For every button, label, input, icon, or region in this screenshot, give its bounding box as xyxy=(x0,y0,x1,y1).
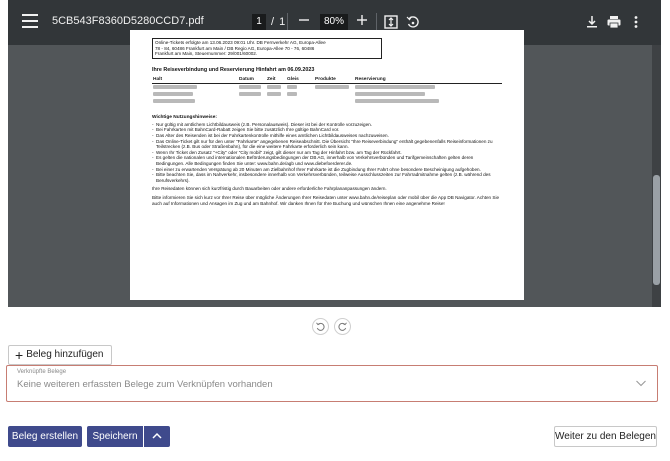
zoom-level-input[interactable]: 80% xyxy=(320,14,348,30)
more-vert-icon[interactable] xyxy=(628,14,644,30)
redacted-cell xyxy=(152,83,238,107)
print-icon[interactable] xyxy=(606,14,622,30)
table-row xyxy=(152,83,502,107)
scrollbar-thumb[interactable] xyxy=(653,175,660,285)
next-to-receipts-button[interactable]: Weiter zu den Belegen xyxy=(554,426,657,447)
save-button[interactable]: Speichern xyxy=(87,426,143,447)
pdf-file-name: 5CB543F8360D5280CCD7.pdf xyxy=(52,15,204,27)
receipt-editor: 5CB543F8360D5280CCD7.pdf 1 / 1 80% Onlin… xyxy=(0,0,670,461)
save-options-button[interactable] xyxy=(144,426,170,447)
hints-title: Wichtige Nutzungshinweise: xyxy=(152,115,217,121)
schedule-change-note: Ihre Reisedaten können sich kurzfristig … xyxy=(152,186,387,192)
total-pages: 1 xyxy=(279,16,286,28)
create-receipt-button[interactable]: Beleg erstellen xyxy=(8,426,82,447)
plus-icon: + xyxy=(15,347,24,363)
pdf-page: Online-Tickets erfolgte am 13.06.2023 09… xyxy=(130,30,524,300)
current-page-input[interactable]: 1 xyxy=(252,14,266,30)
linked-receipts-select[interactable]: Verknüpfte Belege Keine weiteren erfasst… xyxy=(6,365,658,402)
minus-icon[interactable] xyxy=(294,12,314,32)
linked-receipts-value: Keine weiteren erfassten Belege zum Verk… xyxy=(17,379,273,390)
closing-note: Bitte informieren Sie sich kurz vor Ihre… xyxy=(152,194,500,206)
connection-table: Halt Datum Zeit Gleis Produkte Reservier… xyxy=(152,77,502,107)
hint-item: Es gelten die nationalen und internation… xyxy=(152,155,502,166)
redacted-cell xyxy=(286,83,314,107)
redacted-cell xyxy=(314,83,354,107)
redacted-cell xyxy=(266,83,286,107)
toolbar-divider xyxy=(376,13,377,31)
linked-receipts-label: Verknüpfte Belege xyxy=(17,369,67,375)
chevron-down-icon[interactable] xyxy=(635,376,647,388)
redacted-cell xyxy=(354,83,502,107)
rotate-left-icon[interactable] xyxy=(312,318,329,335)
add-receipt-button[interactable]: + Beleg hinzufügen xyxy=(8,345,113,365)
connection-title: Ihre Reiseverbindung und Reservierung Hi… xyxy=(152,66,315,73)
toolbar-divider xyxy=(287,13,288,31)
chevron-up-icon xyxy=(152,432,162,439)
fit-page-icon[interactable] xyxy=(383,14,399,30)
seller-info-box: Online-Tickets erfolgte am 13.06.2023 09… xyxy=(152,38,382,59)
pdf-scrollbar[interactable] xyxy=(652,45,661,307)
page-indicator: 1 / 1 xyxy=(252,14,285,30)
page-separator: / xyxy=(271,16,275,28)
plus-icon[interactable] xyxy=(352,12,372,32)
rotate-icon[interactable] xyxy=(405,14,421,30)
download-icon[interactable] xyxy=(584,14,600,30)
add-receipt-label: Beleg hinzufügen xyxy=(26,349,104,360)
seller-info-line: Frankfurt am Main, Steuernummer: 29/001/… xyxy=(155,51,258,57)
hint-item: Bitte beachten Sie, dass im Nahverkehr, … xyxy=(152,172,502,183)
rotate-right-icon[interactable] xyxy=(334,318,351,335)
redacted-cell xyxy=(238,83,266,107)
hint-item: Das Online-Ticket gilt nur für den unter… xyxy=(152,139,502,150)
hints-list: Nur gültig mit amtlichem Lichtbildauswei… xyxy=(152,122,502,184)
menu-icon[interactable] xyxy=(22,14,38,30)
pdf-viewer: 5CB543F8360D5280CCD7.pdf 1 / 1 80% Onlin… xyxy=(8,0,661,307)
